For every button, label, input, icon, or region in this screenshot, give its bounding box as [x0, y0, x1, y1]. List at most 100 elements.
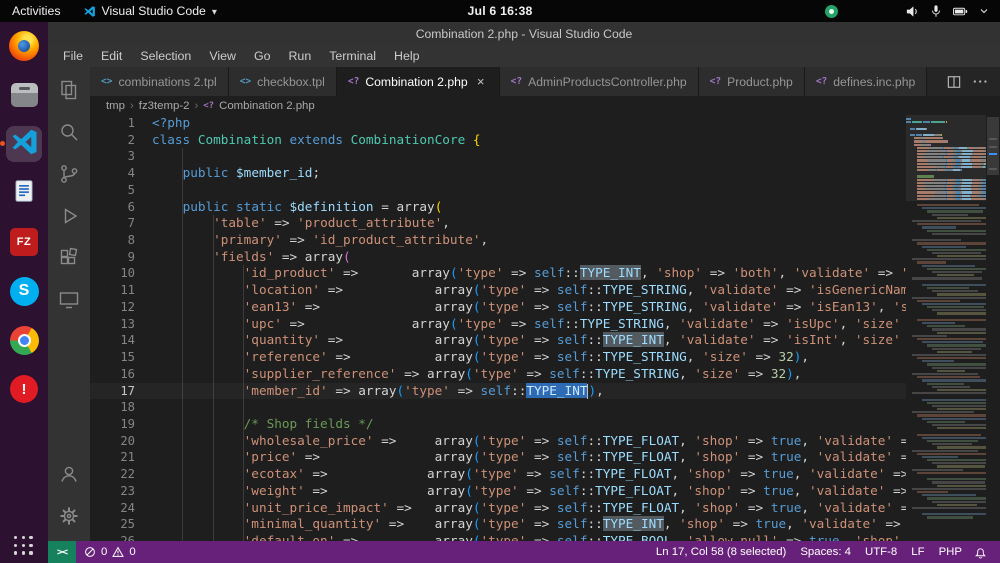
code-token: :: [587, 349, 602, 364]
status-indentation[interactable]: Spaces: 4 [794, 546, 857, 558]
show-applications-button[interactable] [14, 536, 34, 556]
chevron-down-icon[interactable] [978, 5, 990, 17]
dock-item-writer[interactable] [6, 175, 42, 211]
menu-go[interactable]: Go [245, 49, 280, 63]
code-line: 14 'quantity' => array('type' => self::T… [90, 332, 906, 349]
dock-item-alert[interactable]: ! [6, 371, 42, 407]
clock[interactable]: Jul 6 16:38 [467, 4, 532, 18]
tab-defines-inc-php[interactable]: defines.inc.php [805, 67, 927, 96]
split-editor-icon[interactable] [947, 75, 961, 89]
activity-run-debug[interactable] [48, 202, 90, 235]
activity-search[interactable] [48, 118, 90, 151]
code-token: true [771, 433, 802, 448]
minimap-indent [906, 485, 937, 487]
activity-explorer[interactable] [48, 76, 90, 109]
chevron-down-icon [212, 4, 217, 18]
activity-source-control[interactable] [48, 160, 90, 193]
volume-icon[interactable] [905, 4, 920, 19]
minimap-indent [906, 443, 932, 445]
tab-combinations-2-tpl[interactable]: combinations 2.tpl [90, 67, 229, 96]
chrome-icon [10, 326, 39, 355]
status-language-mode[interactable]: PHP [933, 546, 968, 558]
minimap[interactable] [906, 115, 986, 541]
app-indicator-icon[interactable] [825, 5, 838, 18]
menu-edit[interactable]: Edit [92, 49, 131, 63]
minimap-slider[interactable] [906, 115, 986, 201]
scrollbar[interactable] [986, 115, 1000, 541]
minimap-token [932, 233, 986, 235]
code-token: self [549, 466, 580, 481]
minimap-indent [906, 265, 922, 267]
code-token: self [557, 533, 588, 541]
code-token: $member_id [236, 165, 312, 180]
minimap-indent [906, 204, 917, 206]
vscode-icon [9, 127, 39, 162]
minimap-indent [906, 210, 927, 212]
code-token: 'allow_null' [687, 533, 779, 541]
minimap-token [937, 255, 986, 257]
menu-run[interactable]: Run [279, 49, 320, 63]
minimap-token [937, 274, 974, 276]
tab-adminproductscontroller-php[interactable]: AdminProductsController.php [500, 67, 699, 96]
code-token: ( [473, 449, 481, 464]
activity-extensions[interactable] [48, 244, 90, 277]
tab-combination-2-php[interactable]: Combination 2.php [337, 67, 500, 96]
vscode-window: Combination 2.php - Visual Studio Code F… [48, 22, 1000, 563]
notifications-bell-icon[interactable] [970, 546, 991, 559]
minimap-indent [906, 357, 917, 359]
code-token: , [840, 533, 855, 541]
line-content: 'ecotax' => array('type' => self::TYPE_F… [152, 466, 906, 483]
breadcrumb-item-fz3temp-2[interactable]: fz3temp-2 [139, 100, 190, 112]
menu-view[interactable]: View [200, 49, 245, 63]
code-token: self [557, 349, 588, 364]
problems-status[interactable]: 0 0 [76, 546, 136, 558]
code-token: 'shop' [694, 500, 740, 515]
code-token: 'reference' [244, 349, 328, 364]
line-content: 'table' => 'product_attribute', [152, 215, 450, 232]
status-cursor-position[interactable]: Ln 17, Col 58 (8 selected) [650, 546, 792, 558]
more-actions-icon[interactable] [973, 73, 989, 91]
minimap-indent [906, 437, 922, 439]
code-token: ( [473, 516, 481, 531]
code-token: TYPE_INT [580, 265, 641, 280]
remote-indicator[interactable] [48, 541, 76, 563]
minimap-token [937, 370, 965, 372]
dock-item-vscode[interactable] [6, 126, 42, 162]
dock-item-files[interactable] [6, 77, 42, 113]
minimap-token [932, 405, 986, 407]
breadcrumb-item-tmp[interactable]: tmp [106, 100, 125, 112]
status-eol[interactable]: LF [905, 546, 930, 558]
battery-icon[interactable] [952, 4, 969, 19]
code-token: => [526, 332, 557, 347]
line-number: 22 [90, 466, 152, 483]
tab-product-php[interactable]: Product.php [699, 67, 805, 96]
menu-terminal[interactable]: Terminal [320, 49, 385, 63]
menu-help[interactable]: Help [385, 49, 428, 63]
close-tab-icon[interactable] [474, 74, 488, 89]
code-token: 'type' [480, 433, 526, 448]
window-titlebar[interactable]: Combination 2.php - Visual Studio Code [48, 22, 1000, 45]
dock-item-chrome[interactable] [6, 322, 42, 358]
microphone-icon[interactable] [929, 4, 943, 18]
tab-checkbox-tpl[interactable]: checkbox.tpl [229, 67, 337, 96]
code-editor[interactable]: 1<?php2class Combination extends Combina… [90, 115, 906, 541]
dock-item-firefox[interactable] [6, 28, 42, 64]
code-token: <?php [152, 115, 190, 130]
code-token: , [801, 433, 816, 448]
dock-item-filezilla[interactable]: FZ [6, 224, 42, 260]
activity-account[interactable] [48, 460, 90, 493]
activities-button[interactable]: Activities [0, 4, 73, 18]
activity-settings[interactable] [48, 502, 90, 535]
menu-selection[interactable]: Selection [131, 49, 200, 63]
app-menu[interactable]: Visual Studio Code [73, 4, 227, 18]
activity-remote-explorer[interactable] [48, 286, 90, 319]
code-token: => [740, 500, 771, 515]
menu-file[interactable]: File [54, 49, 92, 63]
dock-item-skype[interactable]: S [6, 273, 42, 309]
code-line: 3 [90, 148, 906, 165]
file-type-php-icon [203, 101, 214, 111]
code-token: 'shop' [694, 449, 740, 464]
status-encoding[interactable]: UTF-8 [859, 546, 903, 558]
minimap-token [927, 268, 986, 270]
breadcrumb-item-combination-2-php[interactable]: Combination 2.php [219, 100, 315, 112]
